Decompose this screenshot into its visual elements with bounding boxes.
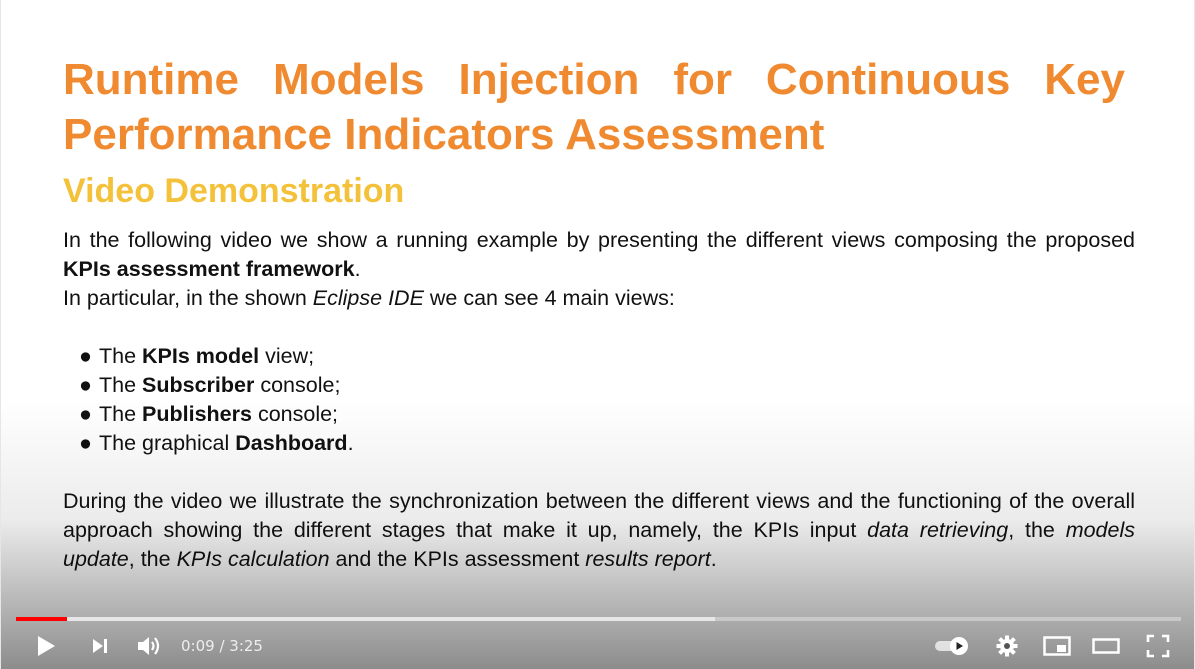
- progress-played: [16, 617, 68, 621]
- settings-icon: [996, 635, 1018, 657]
- play-icon: [38, 636, 55, 656]
- list-item-post: console;: [251, 402, 339, 426]
- player-controls: 0:09 / 3:25: [1, 626, 1194, 666]
- next-icon: [93, 639, 107, 653]
- intro-italic-eclipse: Eclipse IDE: [312, 286, 424, 310]
- intro-paragraph: In the following video we show a running…: [63, 226, 1135, 313]
- next-button[interactable]: [85, 626, 115, 666]
- closing-text-3: , the: [128, 547, 177, 571]
- intro-text-1: In the following video we show a running…: [63, 228, 1135, 252]
- views-list: ● The KPIs model view; ● The Subscriber co…: [79, 342, 354, 458]
- progress-buffered: [16, 617, 715, 621]
- list-item-post: .: [347, 431, 354, 455]
- list-item-post: view;: [259, 344, 315, 368]
- closing-text-5: .: [710, 547, 717, 571]
- list-item-bold: Dashboard: [235, 431, 348, 455]
- video-player[interactable]: Runtime Models Injection for Continuous …: [0, 0, 1195, 669]
- list-item-bold: Subscriber: [142, 373, 255, 397]
- autoplay-toggle-icon: [935, 637, 968, 655]
- intro-text-3: In particular, in the shown: [63, 286, 313, 310]
- closing-text-2: , the: [1008, 518, 1066, 542]
- list-item-pre: The: [99, 344, 143, 368]
- closing-italic-3: KPIs calculation: [176, 547, 330, 571]
- bullet: ●: [79, 402, 92, 426]
- list-item-pre: The graphical: [99, 431, 236, 455]
- volume-icon: [138, 637, 160, 655]
- fullscreen-icon: [1146, 634, 1170, 658]
- list-item-bold: Publishers: [142, 402, 252, 426]
- closing-paragraph: During the video we illustrate the synch…: [63, 487, 1135, 574]
- play-button[interactable]: [29, 626, 63, 666]
- closing-text-4: and the KPIs assessment: [329, 547, 586, 571]
- fullscreen-button[interactable]: [1141, 626, 1175, 666]
- list-item-post: console;: [254, 373, 341, 397]
- miniplayer-icon: [1043, 636, 1071, 656]
- intro-text-4: we can see 4 main views:: [423, 286, 675, 310]
- intro-bold-framework: KPIs assessment framework: [63, 257, 355, 281]
- list-item: ● The KPIs model view;: [79, 342, 354, 371]
- video-frame: Runtime Models Injection for Continuous …: [1, 0, 1194, 669]
- bullet: ●: [79, 344, 92, 368]
- intro-line-2: In particular, in the shown Eclipse IDE …: [63, 284, 1135, 313]
- list-item-pre: The: [99, 373, 143, 397]
- bullet: ●: [79, 431, 92, 455]
- list-item-bold: KPIs model: [142, 344, 260, 368]
- mute-button[interactable]: [132, 626, 166, 666]
- closing-italic-4: results report: [585, 547, 711, 571]
- theater-icon: [1092, 638, 1120, 654]
- theater-mode-button[interactable]: [1088, 626, 1124, 666]
- list-item: ● The Subscriber console;: [79, 371, 354, 400]
- slide-subtitle: Video Demonstration: [63, 172, 405, 210]
- autoplay-toggle[interactable]: [931, 626, 973, 666]
- list-item: ● The graphical Dashboard.: [79, 429, 354, 458]
- settings-button[interactable]: [991, 626, 1023, 666]
- miniplayer-button[interactable]: [1039, 626, 1075, 666]
- intro-text-2: .: [354, 257, 361, 281]
- bullet: ●: [79, 373, 92, 397]
- closing-italic-1: data retrieving: [867, 518, 1009, 542]
- progress-bar[interactable]: [16, 617, 1181, 621]
- time-display: 0:09 / 3:25: [181, 637, 263, 655]
- slide-title: Runtime Models Injection for Continuous …: [63, 55, 1125, 159]
- list-item: ● The Publishers console;: [79, 400, 354, 429]
- list-item-pre: The: [99, 402, 143, 426]
